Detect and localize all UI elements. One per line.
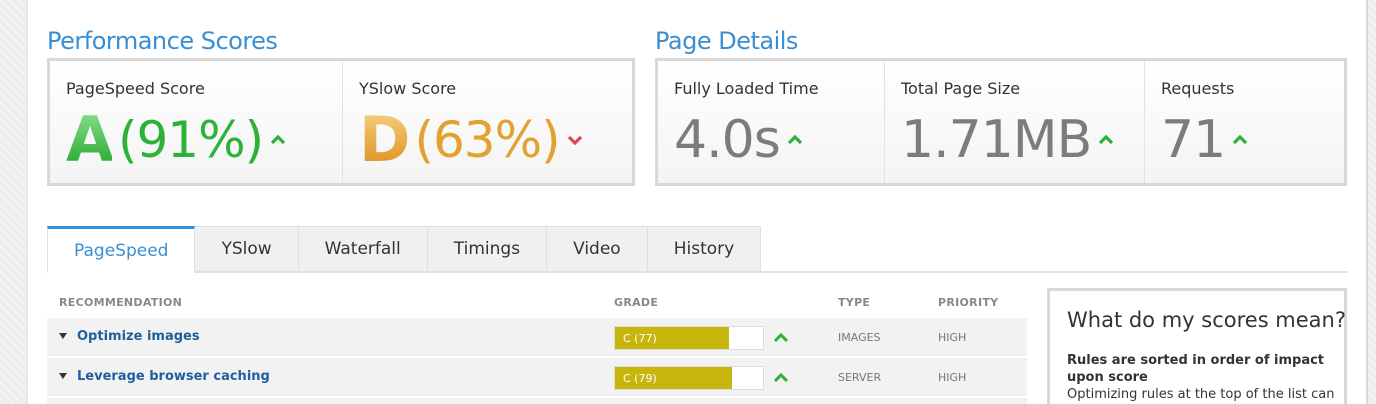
requests-label: Requests: [1161, 79, 1235, 98]
yslow-score-card: YSlow Score D (63%): [343, 61, 632, 183]
header-grade: GRADE: [614, 296, 659, 309]
arrow-up-icon: [772, 329, 790, 349]
tab-yslow[interactable]: YSlow: [195, 226, 299, 272]
pagespeed-grade: A: [66, 103, 114, 176]
arrow-up-icon: [784, 129, 806, 151]
performance-scores-box: PageSpeed Score A (91%) YSlow Score D (6…: [47, 58, 635, 186]
header-type: TYPE: [838, 296, 871, 309]
tab-video[interactable]: Video: [547, 226, 648, 272]
arrow-up-icon: [1095, 129, 1117, 151]
arrow-down-icon: [564, 129, 586, 151]
yslow-grade: D: [359, 103, 410, 176]
row-priority: HIGH: [938, 331, 967, 344]
pagespeed-score-card: PageSpeed Score A (91%): [50, 61, 343, 183]
scores-help-text: Optimizing rules at the top of the list …: [1067, 387, 1335, 402]
page-size-value: 1.71MB: [901, 110, 1092, 170]
row-recommendation[interactable]: Optimize images: [77, 329, 200, 344]
performance-scores-title: Performance Scores: [47, 27, 278, 55]
scores-help-panel: What do my scores mean? Rules are sorted…: [1047, 288, 1347, 404]
table-row[interactable]: Leverage browser caching C (79) SERVER H…: [47, 358, 1027, 396]
row-type: SERVER: [838, 371, 882, 384]
header-recommendation: RECOMMENDATION: [59, 296, 183, 309]
scores-help-subtitle: Rules are sorted in order of impact upon…: [1067, 353, 1325, 385]
caret-down-icon[interactable]: [59, 333, 67, 339]
yslow-score: D (63%): [359, 105, 586, 175]
scrollbar[interactable]: [1366, 0, 1368, 404]
arrow-up-icon: [1229, 129, 1251, 151]
yslow-percent: (63%): [414, 111, 560, 169]
tab-waterfall[interactable]: Waterfall: [298, 226, 428, 272]
load-time-value: 4.0s: [674, 110, 781, 170]
page-size: 1.71MB: [901, 105, 1117, 175]
load-time-label: Fully Loaded Time: [674, 79, 819, 98]
grade-bar-label: C (77): [623, 332, 657, 345]
tab-history[interactable]: History: [647, 226, 762, 272]
load-time-card: Fully Loaded Time 4.0s: [658, 61, 885, 183]
caret-down-icon[interactable]: [59, 373, 67, 379]
grade-bar: C (79): [614, 366, 764, 390]
grade-bar-label: C (79): [623, 372, 657, 385]
page-details-title: Page Details: [655, 27, 798, 55]
page-size-label: Total Page Size: [901, 79, 1021, 98]
requests: 71: [1161, 105, 1251, 175]
table-row[interactable]: Optimize images C (77) IMAGES HIGH: [47, 318, 1027, 356]
tab-pagespeed[interactable]: PageSpeed: [47, 226, 196, 273]
scores-help-title: What do my scores mean?: [1067, 308, 1347, 332]
grade-bar: C (77): [614, 326, 764, 350]
table-row[interactable]: [47, 398, 1027, 404]
arrow-up-icon: [772, 369, 790, 389]
pagespeed-score-label: PageSpeed Score: [66, 79, 205, 98]
pagespeed-score: A (91%): [66, 105, 289, 175]
pagespeed-percent: (91%): [117, 111, 264, 169]
report-tabs: PageSpeed YSlow Waterfall Timings Video …: [47, 226, 762, 273]
row-type: IMAGES: [838, 331, 881, 344]
requests-card: Requests 71: [1145, 61, 1344, 183]
row-priority: HIGH: [938, 371, 967, 384]
row-recommendation[interactable]: Leverage browser caching: [77, 369, 270, 384]
tab-timings[interactable]: Timings: [427, 226, 548, 272]
page-details-box: Fully Loaded Time 4.0s Total Page Size 1…: [655, 58, 1347, 186]
page-size-card: Total Page Size 1.71MB: [885, 61, 1145, 183]
header-priority: PRIORITY: [938, 296, 999, 309]
yslow-score-label: YSlow Score: [359, 79, 457, 98]
requests-value: 71: [1161, 110, 1226, 170]
load-time: 4.0s: [674, 105, 806, 175]
arrow-up-icon: [267, 129, 289, 151]
